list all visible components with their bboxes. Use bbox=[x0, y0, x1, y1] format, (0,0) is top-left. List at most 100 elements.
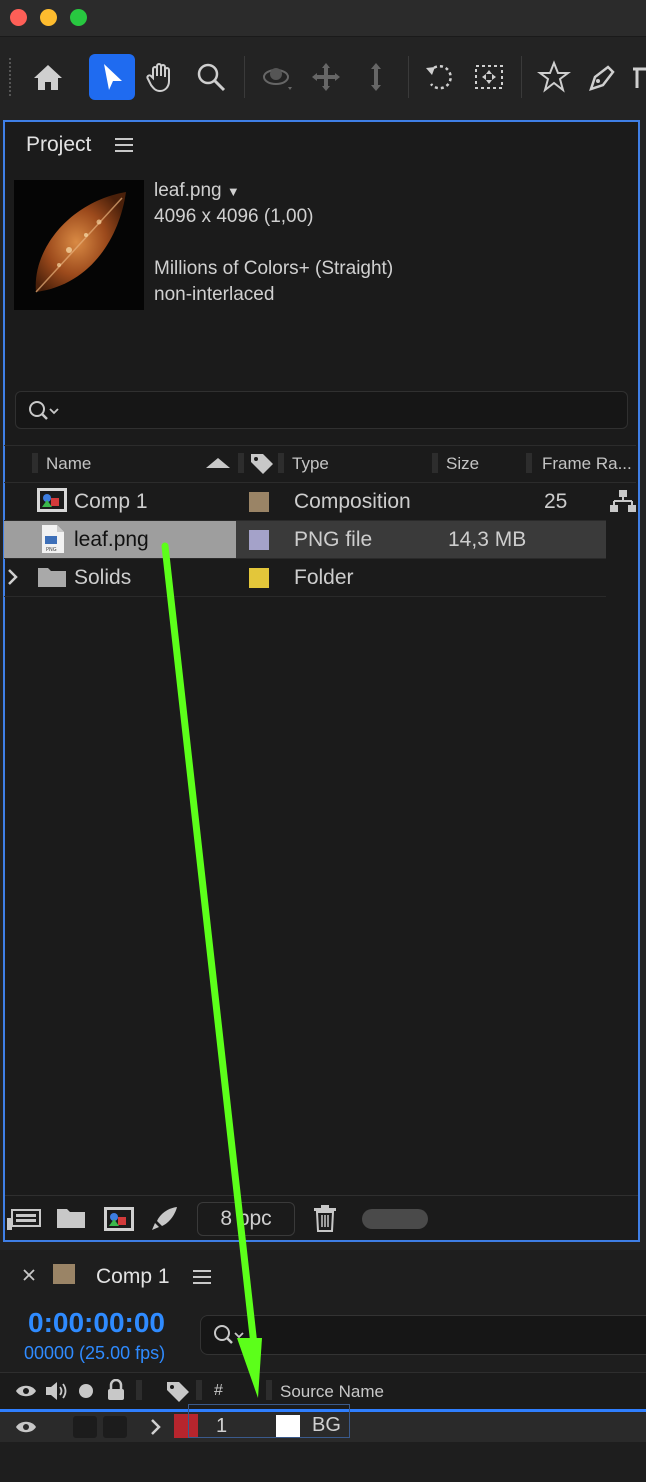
project-settings-button[interactable] bbox=[150, 1205, 180, 1233]
panel-menu-icon[interactable] bbox=[193, 1270, 211, 1284]
solid-layer-icon bbox=[276, 1415, 300, 1437]
comp-label-swatch bbox=[53, 1264, 75, 1284]
folder-icon bbox=[37, 565, 67, 589]
item-frame-rate: 25 bbox=[544, 490, 568, 513]
footage-color-depth: Millions of Colors+ (Straight) bbox=[154, 258, 394, 279]
layer-lock-toggle[interactable] bbox=[103, 1416, 127, 1438]
footage-name[interactable]: leaf.png ▼ bbox=[154, 178, 240, 205]
item-name: Comp 1 bbox=[74, 490, 148, 513]
pan-camera-icon bbox=[312, 63, 340, 91]
new-composition-button[interactable] bbox=[103, 1205, 135, 1233]
name-column-header[interactable]: Name bbox=[46, 454, 91, 474]
composition-icon bbox=[36, 486, 68, 514]
solo-icon[interactable] bbox=[79, 1384, 93, 1398]
lock-icon[interactable] bbox=[106, 1379, 126, 1401]
project-item-solids[interactable]: Solids Folder bbox=[4, 559, 606, 597]
label-color-swatch[interactable] bbox=[249, 568, 269, 588]
interpret-footage-button[interactable] bbox=[6, 1206, 42, 1232]
column-divider bbox=[266, 1380, 272, 1400]
trash-icon bbox=[314, 1205, 336, 1232]
thumbnail-size-slider[interactable] bbox=[362, 1209, 428, 1229]
layer-expand-chevron-icon[interactable] bbox=[150, 1417, 162, 1437]
home-button[interactable] bbox=[25, 54, 71, 100]
item-name: leaf.png bbox=[74, 528, 149, 551]
pen-tool-icon bbox=[589, 65, 615, 91]
selection-tool-icon bbox=[104, 64, 122, 90]
panel-menu-icon[interactable] bbox=[115, 138, 133, 152]
close-tab-icon[interactable] bbox=[22, 1268, 36, 1282]
item-name: Solids bbox=[74, 566, 132, 589]
footage-thumbnail bbox=[14, 180, 144, 310]
rocket-icon bbox=[152, 1207, 177, 1230]
color-depth-button[interactable]: 8 bpc bbox=[197, 1202, 295, 1236]
dolly-camera-button[interactable] bbox=[353, 54, 399, 100]
label-column-icon[interactable] bbox=[165, 1379, 191, 1403]
project-panel-title: Project bbox=[26, 133, 92, 156]
hand-tool-icon bbox=[146, 63, 170, 93]
shape-tool-button[interactable] bbox=[531, 54, 577, 100]
footage-name-text: leaf.png bbox=[154, 180, 222, 201]
delete-button[interactable] bbox=[312, 1204, 338, 1232]
layer-solo-toggle[interactable] bbox=[73, 1416, 97, 1438]
shape-tool-icon bbox=[537, 60, 571, 93]
toolbar-grip[interactable] bbox=[9, 58, 17, 96]
leaf-thumbnail-icon bbox=[35, 192, 126, 293]
item-type: Folder bbox=[294, 566, 354, 589]
disclosure-chevron-icon[interactable] bbox=[7, 568, 19, 586]
project-item-leaf-png[interactable]: PNG leaf.png PNG file 14,3 MB bbox=[4, 521, 606, 559]
toolbar-separator bbox=[408, 56, 409, 98]
zoom-tool-icon bbox=[197, 63, 226, 92]
type-tool-icon bbox=[633, 67, 646, 88]
size-column-header[interactable]: Size bbox=[446, 454, 479, 474]
png-file-icon: PNG bbox=[40, 524, 66, 554]
label-column-icon[interactable] bbox=[249, 451, 275, 475]
type-tool-button[interactable] bbox=[630, 54, 646, 100]
pan-behind-tool-icon bbox=[475, 65, 503, 89]
selection-tool-button[interactable] bbox=[89, 54, 135, 100]
column-divider bbox=[432, 453, 438, 473]
new-folder-button[interactable] bbox=[56, 1206, 86, 1230]
orbit-camera-button[interactable] bbox=[253, 54, 299, 100]
close-window-button[interactable] bbox=[10, 9, 27, 26]
minimize-window-button[interactable] bbox=[40, 9, 57, 26]
footage-dropdown-icon[interactable]: ▼ bbox=[227, 184, 240, 199]
zoom-window-button[interactable] bbox=[70, 9, 87, 26]
toolbar-separator bbox=[521, 56, 522, 98]
rotate-tool-icon bbox=[426, 65, 452, 90]
svg-text:PNG: PNG bbox=[46, 547, 57, 553]
pan-behind-tool-button[interactable] bbox=[466, 54, 512, 100]
sort-ascending-icon[interactable] bbox=[206, 457, 230, 469]
timeline-search-input[interactable] bbox=[200, 1315, 646, 1355]
type-column-header[interactable]: Type bbox=[292, 454, 329, 474]
current-time-display[interactable]: 0:00:00:00 bbox=[28, 1307, 165, 1339]
orbit-camera-icon bbox=[263, 68, 292, 90]
interpret-footage-icon bbox=[7, 1209, 41, 1230]
frame-rate-column-header[interactable]: Frame Ra... bbox=[542, 454, 632, 474]
source-name-header[interactable]: Source Name bbox=[280, 1382, 384, 1402]
frame-count-display: 00000 (25.00 fps) bbox=[24, 1343, 166, 1363]
column-divider bbox=[136, 1380, 142, 1400]
rotate-tool-button[interactable] bbox=[417, 54, 463, 100]
zoom-tool-button[interactable] bbox=[188, 54, 234, 100]
layer-number: 1 bbox=[216, 1415, 228, 1437]
layer-number-header: # bbox=[214, 1382, 223, 1399]
audio-icon[interactable] bbox=[45, 1380, 69, 1402]
hand-tool-button[interactable] bbox=[138, 54, 184, 100]
column-divider bbox=[526, 453, 532, 473]
column-divider bbox=[278, 453, 284, 473]
pan-camera-button[interactable] bbox=[303, 54, 349, 100]
new-composition-icon bbox=[104, 1207, 134, 1231]
home-icon bbox=[34, 65, 62, 90]
project-item-comp-1[interactable]: Comp 1 Composition 25 bbox=[4, 483, 606, 521]
project-search-input[interactable] bbox=[15, 391, 628, 429]
search-icon bbox=[28, 400, 64, 422]
timeline-tab-title[interactable]: Comp 1 bbox=[96, 1265, 170, 1289]
pen-tool-button[interactable] bbox=[580, 54, 626, 100]
eye-icon[interactable] bbox=[15, 1383, 37, 1399]
layer-source-name[interactable]: BG bbox=[312, 1414, 341, 1437]
layer-visibility-icon[interactable] bbox=[15, 1419, 37, 1435]
label-color-swatch[interactable] bbox=[249, 530, 269, 550]
label-color-swatch[interactable] bbox=[249, 492, 269, 512]
search-icon bbox=[213, 1324, 249, 1346]
flowchart-icon[interactable] bbox=[609, 489, 637, 513]
